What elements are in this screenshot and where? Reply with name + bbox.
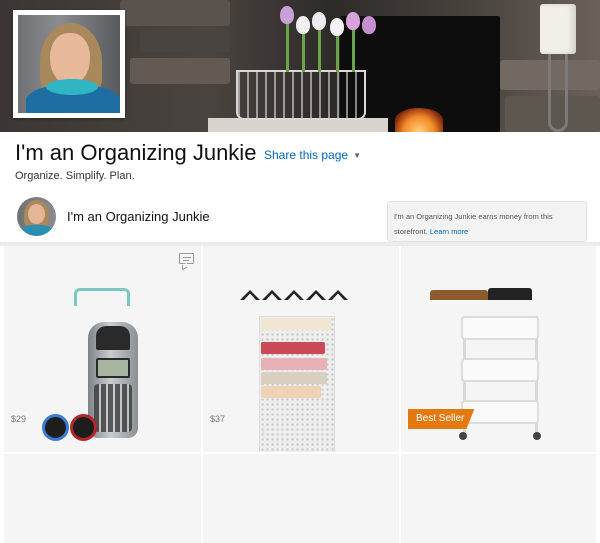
candle-holder [548,54,568,132]
tagline: Organize. Simplify. Plan. [15,170,135,182]
mantle [208,118,388,132]
learn-more-link[interactable]: Learn more [430,227,468,236]
comment-line [183,260,189,261]
best-seller-badge: Best Seller [408,409,475,429]
tulip [346,12,360,30]
product-tile[interactable] [4,454,201,543]
share-label: Share this page [264,148,349,162]
label-maker-top [96,326,130,350]
cover-banner [0,0,600,132]
fire [395,108,443,132]
earnings-disclosure: I'm an Organizing Junkie earns money fro… [387,201,587,242]
product-tile[interactable]: $29 [4,246,201,452]
comment-icon[interactable] [179,253,194,264]
stone-texture [140,30,230,52]
product-tile[interactable]: Best Seller [401,246,596,452]
tulip [312,12,326,30]
wall-file-organizer-image [259,316,335,452]
stone-texture [120,0,230,26]
product-price: $29 [11,414,27,424]
label-maker-keys [94,384,132,432]
avatar-shirt [21,225,53,236]
product-price: $37 [210,414,226,424]
product-tile[interactable] [203,454,399,543]
tape-cartridge [42,414,69,441]
product-image-partial [74,288,130,306]
candle [540,4,576,54]
product-tile[interactable]: $37 [203,246,399,452]
avatar[interactable] [17,197,56,236]
tulip-stem [318,24,321,72]
product-image-partial [488,288,532,300]
folder [261,372,327,384]
tulip [362,16,376,34]
tulip-stem [286,18,289,72]
cart-wheel [459,432,467,440]
stone-texture [130,58,230,84]
tulip [280,6,294,24]
page-title: I'm an Organizing Junkie [15,140,257,165]
folder [261,318,331,330]
tulip [296,16,310,34]
tape-cartridge [70,414,97,441]
cart-shelf [461,316,539,340]
avatar-face [28,204,45,224]
disclosure-text: I'm an Organizing Junkie earns money fro… [394,212,553,236]
chevron-down-icon: ▼ [353,150,361,160]
cart-shelf [461,358,539,382]
comment-line [183,257,191,258]
share-button[interactable]: Share this page ▼ [264,148,361,162]
scarf [46,79,98,95]
folder [261,358,327,370]
label-maker-screen [96,358,130,378]
tulip [330,18,344,36]
profile-photo [13,10,125,118]
folder [261,386,321,398]
wire-basket [236,70,366,120]
folder [261,342,325,354]
profile-name[interactable]: I'm an Organizing Junkie [67,209,210,224]
profile-photo-image [18,15,120,113]
face [50,33,90,85]
product-image-partial [430,290,488,300]
product-tile[interactable] [401,454,596,543]
cart-wheel [533,432,541,440]
